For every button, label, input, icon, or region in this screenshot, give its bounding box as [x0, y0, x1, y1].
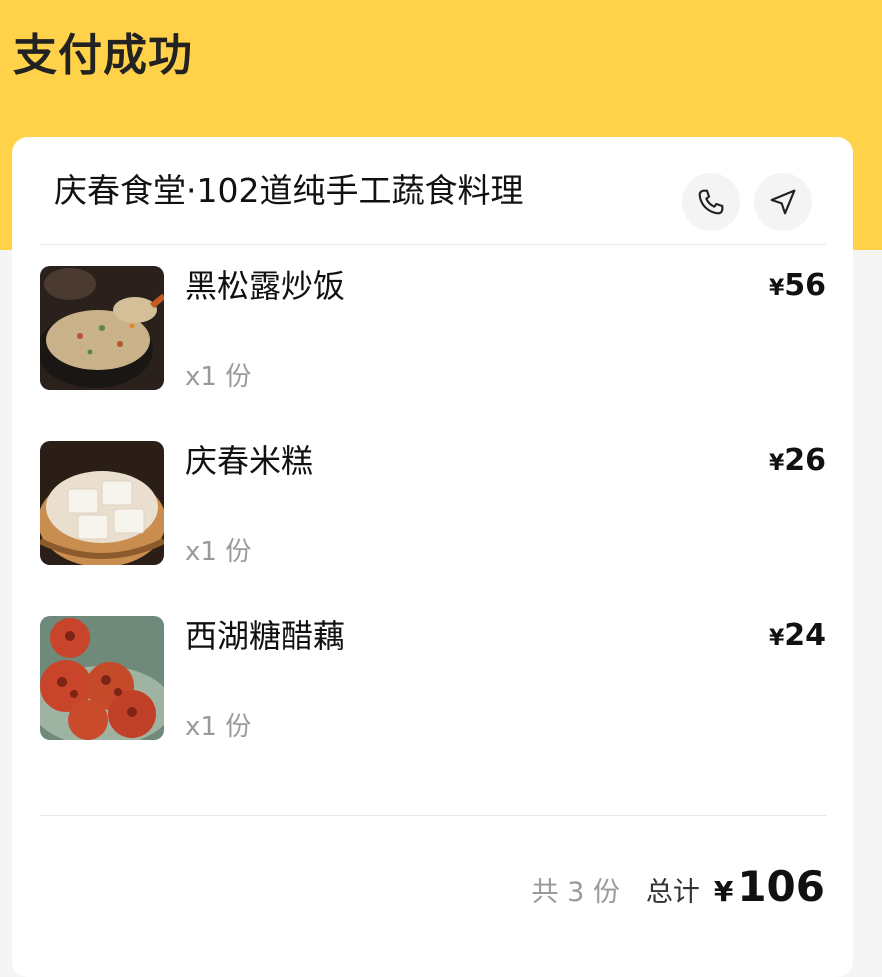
- item-quantity: x1 份: [185, 712, 252, 742]
- item-quantity: x1 份: [185, 362, 252, 392]
- item-price: ¥24: [769, 616, 826, 659]
- item-name: 庆春米糕: [185, 442, 314, 480]
- navigate-button[interactable]: [754, 173, 812, 231]
- currency-symbol: ¥: [713, 875, 734, 908]
- total-amount: 106: [737, 862, 825, 911]
- item-name: 西湖糖醋藕: [185, 617, 346, 655]
- item-price: ¥26: [769, 441, 826, 484]
- order-item[interactable]: 西湖糖醋藕 x1 份 ¥24: [40, 616, 826, 742]
- divider: [40, 815, 826, 816]
- navigation-icon: [770, 189, 796, 215]
- food-image-lotus-root: [40, 616, 164, 740]
- order-item[interactable]: 黑松露炒饭 x1 份 ¥56: [40, 266, 826, 392]
- order-card: 庆春食堂·102道纯手工蔬食料理 黑松露炒饭 x1 份 ¥56 庆春米糕 x1 …: [12, 137, 853, 977]
- call-store-button[interactable]: [682, 173, 740, 231]
- item-price: ¥56: [769, 266, 826, 309]
- order-summary: 共 3 份 总计 ¥ 106: [532, 862, 826, 911]
- food-image-fried-rice: [40, 266, 164, 390]
- total-label: 总计: [645, 877, 700, 908]
- currency-symbol: ¥: [768, 451, 785, 476]
- order-item[interactable]: 庆春米糕 x1 份 ¥26: [40, 441, 826, 567]
- phone-icon: [698, 189, 724, 215]
- item-name: 黑松露炒饭: [185, 267, 346, 305]
- page-title: 支付成功: [13, 30, 193, 81]
- item-price-value: 56: [784, 268, 826, 303]
- item-quantity: x1 份: [185, 537, 252, 567]
- currency-symbol: ¥: [768, 276, 785, 301]
- food-image-rice-cake: [40, 441, 164, 565]
- item-price-value: 24: [784, 618, 826, 653]
- item-price-value: 26: [784, 443, 826, 478]
- currency-symbol: ¥: [768, 626, 785, 651]
- divider: [40, 244, 826, 245]
- item-count: 共 3 份: [531, 877, 620, 908]
- store-name[interactable]: 庆春食堂·102道纯手工蔬食料理: [54, 169, 523, 213]
